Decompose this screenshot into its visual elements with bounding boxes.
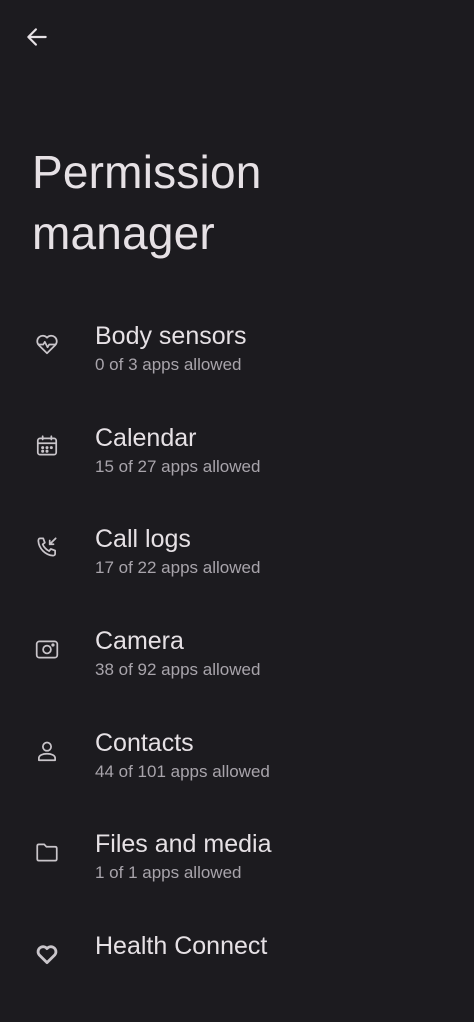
permission-summary: 15 of 27 apps allowed [95, 456, 261, 476]
permission-label: Health Connect [95, 932, 268, 961]
permission-item-camera[interactable]: Camera 38 of 92 apps allowed [0, 615, 474, 717]
permission-label: Call logs [95, 525, 191, 554]
camera-icon [33, 635, 61, 663]
permission-item-files-and-media[interactable]: Files and media 1 of 1 apps allowed [0, 818, 474, 920]
permission-item-contacts[interactable]: Contacts 44 of 101 apps allowed [0, 717, 474, 819]
permission-summary: 0 of 3 apps allowed [95, 355, 242, 374]
arrow-back-icon [27, 28, 47, 46]
call-log-icon [33, 533, 61, 561]
permission-label: Files and media [95, 830, 272, 859]
page-title: Permission manager [32, 146, 262, 259]
permission-summary: 1 of 1 apps allowed [95, 863, 242, 883]
calendar-icon [33, 432, 61, 460]
heart-pulse-icon [33, 330, 61, 358]
health-connect-icon [33, 940, 61, 968]
permission-label: Camera [95, 627, 184, 656]
permission-item-call-logs[interactable]: Call logs 17 of 22 apps allowed [0, 513, 474, 615]
permission-summary: 38 of 92 apps allowed [95, 660, 261, 680]
folder-icon [33, 838, 61, 866]
permission-list: Body sensors 0 of 3 apps allowed Calenda… [0, 310, 474, 1022]
permission-summary: 17 of 22 apps allowed [95, 558, 261, 578]
back-button[interactable] [14, 14, 60, 60]
permission-label: Body sensors [95, 322, 247, 350]
top-app-bar [0, 0, 474, 76]
permission-summary: 44 of 101 apps allowed [95, 761, 270, 781]
permission-label: Calendar [95, 423, 197, 452]
permission-label: Contacts [95, 728, 194, 757]
person-icon [33, 737, 61, 765]
permission-item-body-sensors[interactable]: Body sensors 0 of 3 apps allowed [0, 310, 474, 412]
permission-item-calendar[interactable]: Calendar 15 of 27 apps allowed [0, 412, 474, 514]
